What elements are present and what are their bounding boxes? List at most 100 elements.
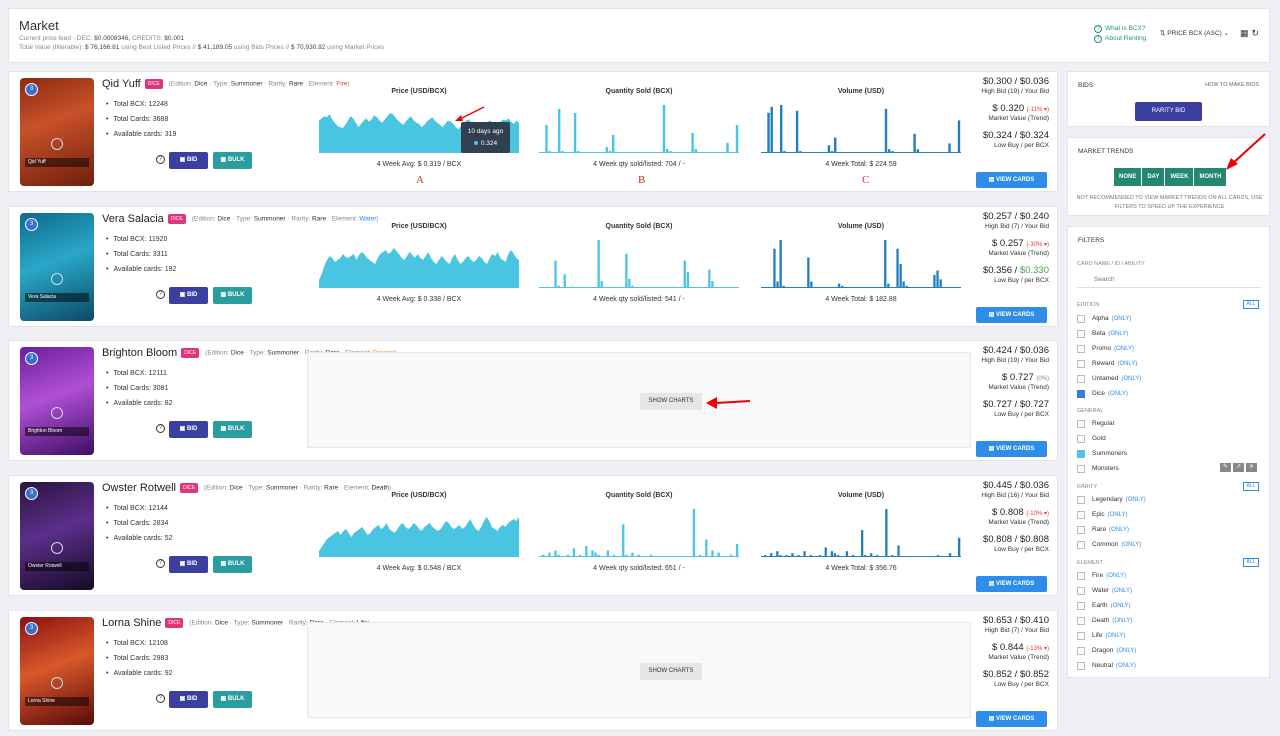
what-is-bcx-link[interactable]: ? What is BCX? <box>1094 24 1146 34</box>
card-title[interactable]: Vera Salacia <box>102 213 164 225</box>
filter-fire[interactable]: Fire (ONLY) <box>1077 571 1126 580</box>
filter-rare[interactable]: Rare (ONLY) <box>1077 525 1129 534</box>
filter-dice[interactable]: Dice (ONLY) <box>1077 389 1128 398</box>
market-card[interactable]: 3 Brighton Bloom Brighton Bloom DICE (Editio… <box>8 340 1058 461</box>
checkbox[interactable] <box>1077 359 1085 368</box>
filter-common[interactable]: Common (ONLY) <box>1077 540 1141 549</box>
checkbox[interactable] <box>1077 525 1085 534</box>
bulk-button[interactable]: ▦ BULK <box>213 152 252 169</box>
pencil-icon[interactable]: ✎ <box>1220 463 1231 472</box>
card-title[interactable]: Owster Rotwell <box>102 482 176 494</box>
only-link[interactable]: (ONLY) <box>1116 648 1136 654</box>
filter-water[interactable]: Water (ONLY) <box>1077 586 1132 595</box>
volume-chart-plot[interactable] <box>761 507 961 557</box>
checkbox[interactable] <box>1077 646 1085 655</box>
bulk-button[interactable]: ▦ BULK <box>213 691 252 708</box>
wand-icon[interactable]: ↗ <box>1233 463 1244 472</box>
filter-life[interactable]: Life (ONLY) <box>1077 631 1125 640</box>
view-cards-button[interactable]: ▤ VIEW CARDS <box>976 441 1047 457</box>
volume-chart-plot[interactable] <box>761 238 961 288</box>
only-link[interactable]: (ONLY) <box>1112 588 1132 594</box>
checkbox[interactable] <box>1077 434 1085 443</box>
card-art[interactable]: 3 Brighton Bloom <box>20 347 94 455</box>
filter-promo[interactable]: Promo (ONLY) <box>1077 344 1134 353</box>
only-link[interactable]: (ONLY) <box>1121 542 1141 548</box>
checkbox[interactable] <box>1077 344 1085 353</box>
price-chart-plot[interactable] <box>319 238 519 288</box>
market-card[interactable]: 3 Qid Yuff Qid Yuff DICE (Edition: Dice · Ty… <box>8 71 1058 192</box>
checkbox[interactable] <box>1077 510 1085 519</box>
quantity-chart-plot[interactable] <box>539 103 739 153</box>
card-art[interactable]: 3 Qid Yuff <box>20 78 94 186</box>
checkbox[interactable] <box>1077 586 1085 595</box>
only-link[interactable]: (ONLY) <box>1105 633 1125 639</box>
market-card[interactable]: 3 Vera Salacia Vera Salacia DICE (Edition: D… <box>8 206 1058 327</box>
rarity-bid-button[interactable]: RARITY BID <box>1135 102 1202 121</box>
quantity-chart-plot[interactable] <box>539 507 739 557</box>
only-link[interactable]: (ONLY) <box>1114 346 1134 352</box>
checkbox[interactable] <box>1077 631 1085 640</box>
element-all-button[interactable]: ALL <box>1243 558 1259 567</box>
filter-untamed[interactable]: Untamed (ONLY) <box>1077 374 1141 383</box>
view-cards-button[interactable]: ▤ VIEW CARDS <box>976 711 1047 727</box>
quantity-chart-plot[interactable] <box>539 238 739 288</box>
checkbox[interactable] <box>1077 616 1085 625</box>
checkbox[interactable] <box>1077 374 1085 383</box>
checkbox[interactable] <box>1077 495 1085 504</box>
filter-beta[interactable]: Beta (ONLY) <box>1077 329 1128 338</box>
filter-alpha[interactable]: Alpha (ONLY) <box>1077 314 1132 323</box>
checkbox[interactable] <box>1077 571 1085 580</box>
card-title[interactable]: Qid Yuff <box>102 78 141 90</box>
show-charts-button[interactable]: SHOW CHARTS <box>640 663 702 680</box>
volume-chart-plot[interactable] <box>761 103 961 153</box>
filter-earth[interactable]: Earth (ONLY) <box>1077 601 1130 610</box>
only-link[interactable]: (ONLY) <box>1117 361 1137 367</box>
card-name[interactable]: Qid Yuff DICE (Edition: Dice · Type: Summo… <box>102 78 350 90</box>
sort-select[interactable]: ⇅ PRICE BCX (ASC) ⌄ <box>1160 29 1229 37</box>
card-art[interactable]: 3 Lorna Shine <box>20 617 94 725</box>
help-icon[interactable]: ? <box>156 155 165 164</box>
bulk-button[interactable]: ▦ BULK <box>213 556 252 573</box>
remove-icon[interactable]: ✕ <box>1246 463 1257 472</box>
help-icon[interactable]: ? <box>156 694 165 703</box>
only-link[interactable]: (ONLY) <box>1121 376 1141 382</box>
grid-icon[interactable]: ▦ <box>1240 28 1252 38</box>
only-link[interactable]: (ONLY) <box>1112 316 1132 322</box>
bid-button[interactable]: ▣ BID <box>169 421 208 438</box>
card-title[interactable]: Brighton Bloom <box>102 347 177 359</box>
refresh-icon[interactable]: ↻ <box>1252 28 1263 38</box>
trend-none-button[interactable]: NONE <box>1114 168 1143 186</box>
filter-gold[interactable]: Gold <box>1077 434 1106 443</box>
card-title[interactable]: Lorna Shine <box>102 617 161 629</box>
show-charts-button[interactable]: SHOW CHARTS <box>640 393 702 410</box>
trend-day-button[interactable]: DAY <box>1142 168 1166 186</box>
how-to-make-bids-link[interactable]: HOW TO MAKE BIDS <box>1205 82 1259 88</box>
market-card[interactable]: 3 Owster Rotwell Owster Rotwell DICE (Editio… <box>8 475 1058 596</box>
about-renting-link[interactable]: ? About Renting <box>1094 34 1146 44</box>
card-art[interactable]: 3 Owster Rotwell <box>20 482 94 590</box>
view-cards-button[interactable]: ▤ VIEW CARDS <box>976 576 1047 592</box>
bid-button[interactable]: ▣ BID <box>169 691 208 708</box>
checkbox[interactable] <box>1077 449 1085 458</box>
filter-dragon[interactable]: Dragon (ONLY) <box>1077 646 1136 655</box>
filter-neutral[interactable]: Neutral (ONLY) <box>1077 661 1136 670</box>
view-cards-button[interactable]: ▤ VIEW CARDS <box>976 307 1047 323</box>
bid-button[interactable]: ▣ BID <box>169 152 208 169</box>
card-art[interactable]: 3 Vera Salacia <box>20 213 94 321</box>
only-link[interactable]: (ONLY) <box>1109 527 1129 533</box>
filter-regular[interactable]: Regular <box>1077 419 1115 428</box>
rarity-all-button[interactable]: ALL <box>1243 482 1259 491</box>
market-card[interactable]: 3 Lorna Shine Lorna Shine DICE (Edition: Dic… <box>8 610 1058 731</box>
only-link[interactable]: (ONLY) <box>1111 603 1131 609</box>
checkbox[interactable] <box>1077 314 1085 323</box>
only-link[interactable]: (ONLY) <box>1108 512 1128 518</box>
price-chart-plot[interactable] <box>319 507 519 557</box>
filter-reward[interactable]: Reward (ONLY) <box>1077 359 1137 368</box>
filter-death[interactable]: Death (ONLY) <box>1077 616 1132 625</box>
help-icon[interactable]: ? <box>156 559 165 568</box>
checkbox[interactable] <box>1077 419 1085 428</box>
only-link[interactable]: (ONLY) <box>1106 573 1126 579</box>
trend-week-button[interactable]: WEEK <box>1165 168 1195 186</box>
checkbox[interactable] <box>1077 601 1085 610</box>
bid-button[interactable]: ▣ BID <box>169 287 208 304</box>
